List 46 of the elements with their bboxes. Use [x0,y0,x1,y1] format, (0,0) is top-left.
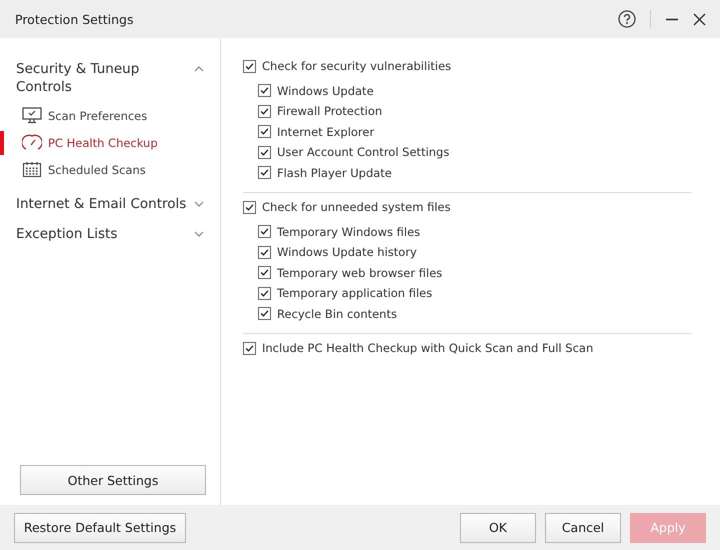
checkbox-label: Include PC Health Checkup with Quick Scan and Full Scan [262,341,594,356]
checkbox[interactable] [243,200,256,214]
chevron-icon[interactable] [194,201,204,207]
checkbox-label: Flash Player Update [277,166,392,180]
close-icon[interactable] [693,12,706,26]
sidebar-item[interactable]: PC Health Checkup [48,136,158,150]
dialog-button[interactable]: OK [460,512,536,542]
other-settings-button[interactable]: Other Settings [20,465,206,495]
help-icon[interactable] [618,10,636,28]
window-title: Protection Settings [15,12,134,26]
sidebar-section[interactable]: Internet & Email Controls [16,195,194,213]
checkbox[interactable] [258,266,271,280]
checkbox-label: Temporary web browser files [277,266,442,280]
sidebar-section[interactable]: Exception Lists [16,225,194,243]
checkbox-label: Windows Update history [277,245,417,260]
checkbox[interactable] [258,104,271,118]
checkbox-label: Temporary Windows files [277,224,420,239]
checkbox[interactable] [258,225,271,238]
checkbox-label: Windows Update [277,84,374,98]
checkbox[interactable] [243,342,256,355]
selection-bar [0,131,4,155]
checkbox[interactable] [243,60,256,73]
sidebar-section[interactable]: Security & Tuneup Controls [16,60,194,96]
chevron-icon[interactable] [194,231,204,237]
checkbox[interactable] [258,125,271,138]
checkbox-label: Check for unneeded system files [262,200,451,214]
checkbox[interactable] [258,146,271,159]
calendar-icon [22,161,42,178]
restore-defaults-button[interactable]: Restore Default Settings [14,512,186,542]
checkbox-label: Check for security vulnerabilities [262,59,452,74]
checkbox[interactable] [258,84,271,98]
checkbox-label: User Account Control Settings [277,145,450,160]
checkbox-label: Temporary application files [277,286,432,300]
dialog-button[interactable]: Cancel [545,512,621,542]
chevron-icon[interactable] [194,66,204,72]
checkbox[interactable] [258,246,271,259]
gauge-icon [22,134,42,151]
sidebar-item[interactable]: Scheduled Scans [48,162,146,176]
checkbox[interactable] [258,286,271,300]
checkbox[interactable] [258,307,271,320]
checkbox-label: Internet Explorer [277,124,374,139]
checkbox[interactable] [258,166,271,180]
sidebar-item[interactable]: Scan Preferences [48,108,148,122]
checkbox-label: Firewall Protection [277,104,382,118]
checkbox-label: Recycle Bin contents [277,306,397,321]
monitor-icon [22,107,42,124]
